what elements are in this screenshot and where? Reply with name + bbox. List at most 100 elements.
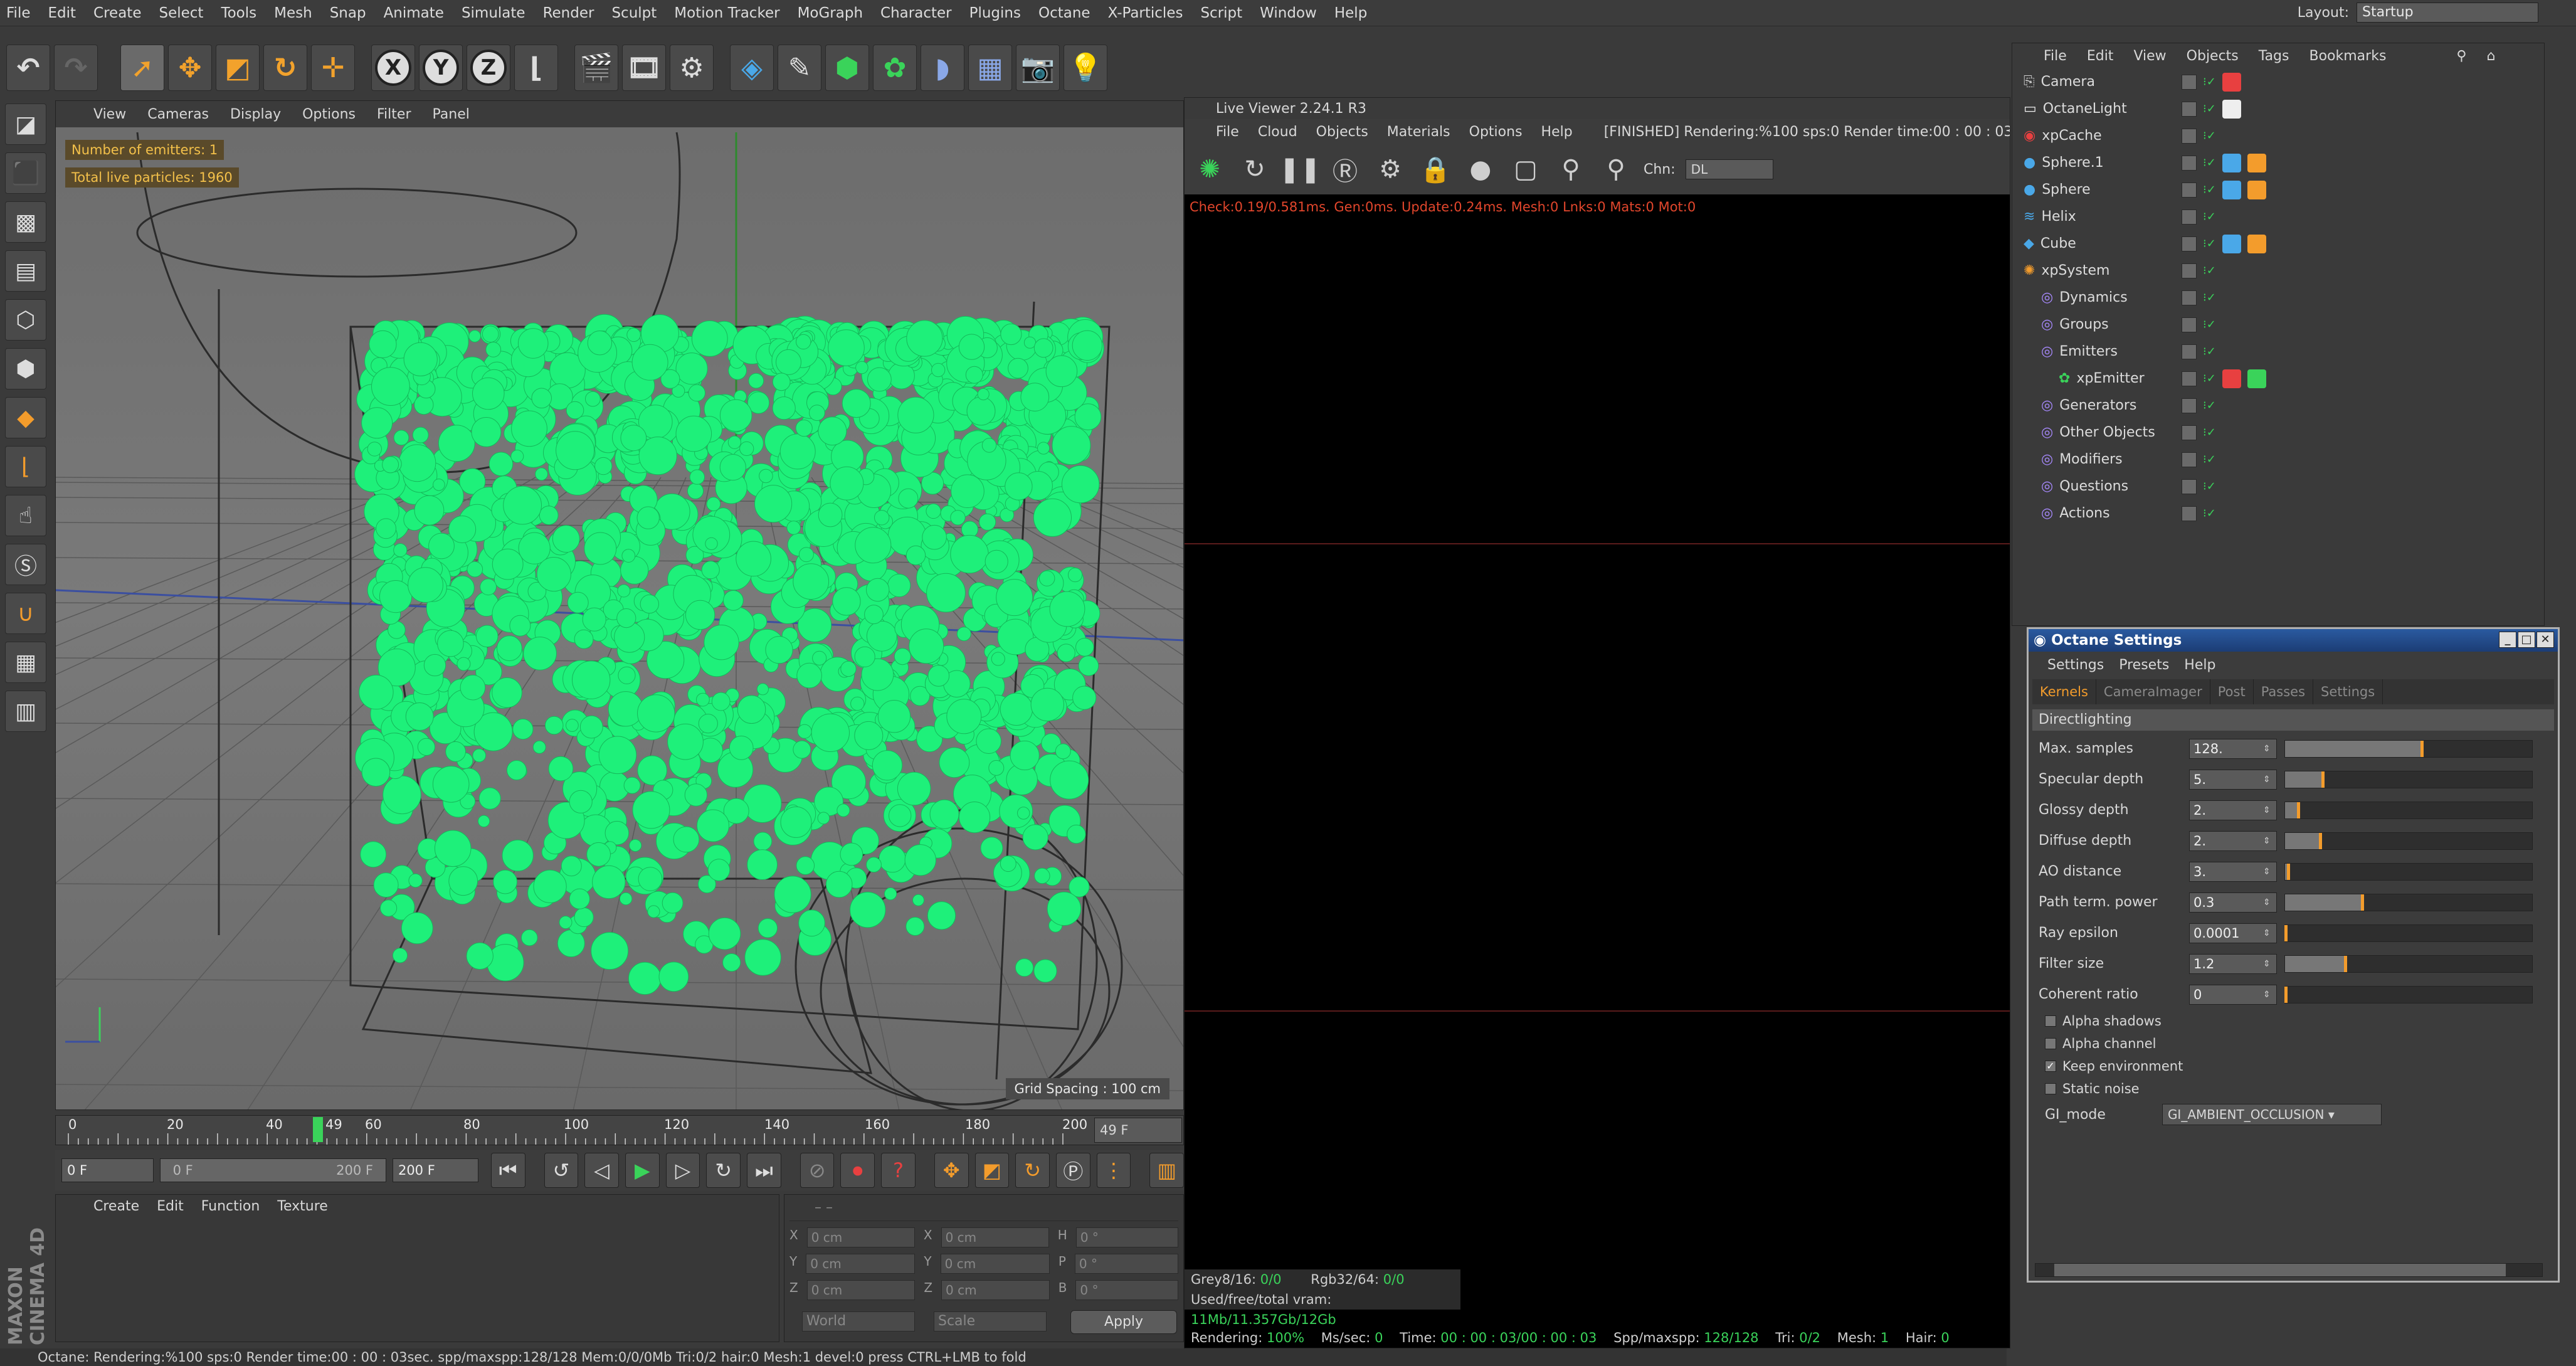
pos-y-field[interactable]: 0 cm [806, 1254, 916, 1274]
viewport-menu-display[interactable]: Display [230, 107, 281, 122]
visibility-toggle-icon[interactable]: ⁝✓ [2203, 102, 2216, 115]
lv-start-render-icon[interactable]: ✺ [1192, 152, 1227, 187]
spinner-icon[interactable]: ⇕ [2263, 959, 2271, 969]
lv-menu-help[interactable]: Help [1541, 124, 1573, 140]
menu-window[interactable]: Window [1260, 5, 1317, 21]
menu-edit[interactable]: Edit [48, 5, 77, 21]
layout-dropdown[interactable]: Startup [2357, 3, 2538, 23]
workplane-icon[interactable]: ▤ [5, 250, 46, 292]
camera-icon[interactable]: 📷 [1016, 45, 1060, 91]
next-key-icon[interactable]: ↻ [706, 1153, 741, 1188]
viewport-menu-cameras[interactable]: Cameras [147, 107, 209, 122]
menu-mograph[interactable]: MoGraph [798, 5, 863, 21]
object-mode-icon[interactable]: ⬛ [5, 152, 46, 194]
y-axis-icon[interactable]: Y [419, 45, 463, 91]
tag-material-icon[interactable] [2247, 153, 2266, 172]
object-row[interactable]: ● Sphere ⁝✓ [2012, 176, 2544, 203]
kernel-checkbox-row[interactable]: Static noise [2029, 1077, 2558, 1100]
visibility-toggle-icon[interactable]: ⁝✓ [2203, 291, 2216, 304]
keyframe-selection-icon[interactable]: ? [881, 1153, 916, 1188]
layer-checkbox[interactable] [2182, 290, 2197, 305]
undo-icon[interactable]: ↶ [6, 45, 50, 91]
viewport-menu-panel[interactable]: Panel [432, 107, 469, 122]
spinner-icon[interactable]: ⇕ [2263, 928, 2271, 938]
menu-octane[interactable]: Octane [1038, 5, 1090, 21]
coordinate-system-icon[interactable]: ⌊ [514, 45, 558, 91]
goto-start-icon[interactable]: ⏮ [490, 1153, 525, 1188]
workplane-lock-icon[interactable]: ▦ [5, 642, 46, 683]
visibility-toggle-icon[interactable]: ⁝✓ [2203, 210, 2216, 223]
tag-octane-object-icon[interactable] [2222, 153, 2241, 172]
menu-plugins[interactable]: Plugins [969, 5, 1021, 21]
polygons-mode-icon[interactable]: ◆ [5, 397, 46, 438]
tag-material-icon[interactable] [2247, 180, 2266, 199]
apply-button[interactable]: Apply [1070, 1310, 1177, 1334]
lv-menu-cloud[interactable]: Cloud [1258, 124, 1297, 140]
checkbox[interactable] [2045, 1083, 2056, 1094]
play-icon[interactable]: ▶ [625, 1153, 660, 1188]
axis-mode-icon[interactable]: ⌊ [5, 446, 46, 487]
visibility-toggle-icon[interactable]: ⁝✓ [2203, 129, 2216, 142]
array-icon[interactable]: ✿ [873, 45, 917, 91]
workplane-align-icon[interactable]: ▥ [5, 691, 46, 732]
object-row[interactable]: ◎ Generators ⁝✓ [2012, 392, 2544, 419]
layer-checkbox[interactable] [2182, 128, 2197, 144]
layer-checkbox[interactable] [2182, 182, 2197, 198]
param-slider[interactable] [2284, 739, 2533, 758]
object-row[interactable]: ≋ Helix ⁝✓ [2012, 203, 2544, 230]
lv-channel-dropdown[interactable]: DL [1685, 159, 1773, 179]
texture-mode-icon[interactable]: ▩ [5, 201, 46, 243]
object-row[interactable]: ◎ Other Objects ⁝✓ [2012, 419, 2544, 446]
subdivision-icon[interactable]: ⬢ [825, 45, 869, 91]
menu-script[interactable]: Script [1200, 5, 1242, 21]
visibility-toggle-icon[interactable]: ⁝✓ [2203, 426, 2216, 439]
param-slider[interactable] [2284, 862, 2533, 881]
layer-checkbox[interactable] [2182, 101, 2197, 117]
lv-menu-objects[interactable]: Objects [1316, 124, 1368, 140]
render-picture-viewer-icon[interactable]: 🎞 [622, 45, 666, 91]
preview-range-slider[interactable]: 0 F 200 F [159, 1158, 386, 1182]
material-menu-texture[interactable]: Texture [277, 1199, 328, 1214]
layer-checkbox[interactable] [2182, 317, 2197, 332]
object-row[interactable]: ✺ xpSystem ⁝✓ [2012, 257, 2544, 284]
menu-motion-tracker[interactable]: Motion Tracker [674, 5, 779, 21]
scale-icon[interactable]: ◩ [216, 45, 260, 91]
param-slider[interactable] [2284, 801, 2533, 819]
layer-checkbox[interactable] [2182, 74, 2197, 90]
material-menu-create[interactable]: Create [93, 1199, 139, 1214]
visibility-toggle-icon[interactable]: ⁝✓ [2203, 237, 2216, 250]
size-y-field[interactable]: 0 cm [940, 1254, 1050, 1274]
maximize-icon[interactable]: □ [2518, 632, 2535, 648]
lv-region-icon[interactable]: Ⓡ [1328, 152, 1363, 187]
move-icon[interactable]: ✥ [168, 45, 212, 91]
visibility-toggle-icon[interactable]: ⁝✓ [2203, 345, 2216, 358]
start-frame-field[interactable]: 0 F [61, 1158, 154, 1182]
object-row[interactable]: ◎ Questions ⁝✓ [2012, 473, 2544, 500]
object-row[interactable]: ◎ Emitters ⁝✓ [2012, 338, 2544, 365]
menu-tools[interactable]: Tools [221, 5, 256, 21]
kernel-checkbox-row[interactable]: Alpha channel [2029, 1032, 2558, 1055]
menu-mesh[interactable]: Mesh [274, 5, 312, 21]
object-row[interactable]: ✿ xpEmitter ⁝✓ [2012, 365, 2544, 392]
rotate-icon[interactable]: ↻ [263, 45, 307, 91]
tag-material-icon[interactable] [2247, 369, 2266, 388]
model-mode-icon[interactable]: ◪ [5, 103, 46, 145]
menu-render[interactable]: Render [543, 5, 594, 21]
menu-create[interactable]: Create [93, 5, 141, 21]
layer-checkbox[interactable] [2182, 452, 2197, 467]
key-rotation-icon[interactable]: ↻ [1015, 1153, 1050, 1188]
visibility-toggle-icon[interactable]: ⁝✓ [2203, 453, 2216, 466]
goto-end-icon[interactable]: ⏭ [747, 1153, 781, 1188]
lv-pause-icon[interactable]: ❚❚ [1279, 152, 1321, 187]
redo-icon[interactable]: ↷ [54, 45, 98, 91]
os-menu-presets[interactable]: Presets [2119, 657, 2169, 673]
key-position-icon[interactable]: ✥ [934, 1153, 969, 1188]
prev-frame-icon[interactable]: ◁ [584, 1153, 619, 1188]
lv-lock-icon[interactable]: 🔒 [1418, 152, 1453, 187]
visibility-toggle-icon[interactable]: ⁝✓ [2203, 183, 2216, 196]
rot-h-field[interactable]: 0 ° [1075, 1227, 1178, 1247]
points-mode-icon[interactable]: ⬡ [5, 299, 46, 341]
layer-checkbox[interactable] [2182, 209, 2197, 225]
next-frame-icon[interactable]: ▷ [665, 1153, 700, 1188]
om-menu-view[interactable]: View [2133, 48, 2166, 64]
